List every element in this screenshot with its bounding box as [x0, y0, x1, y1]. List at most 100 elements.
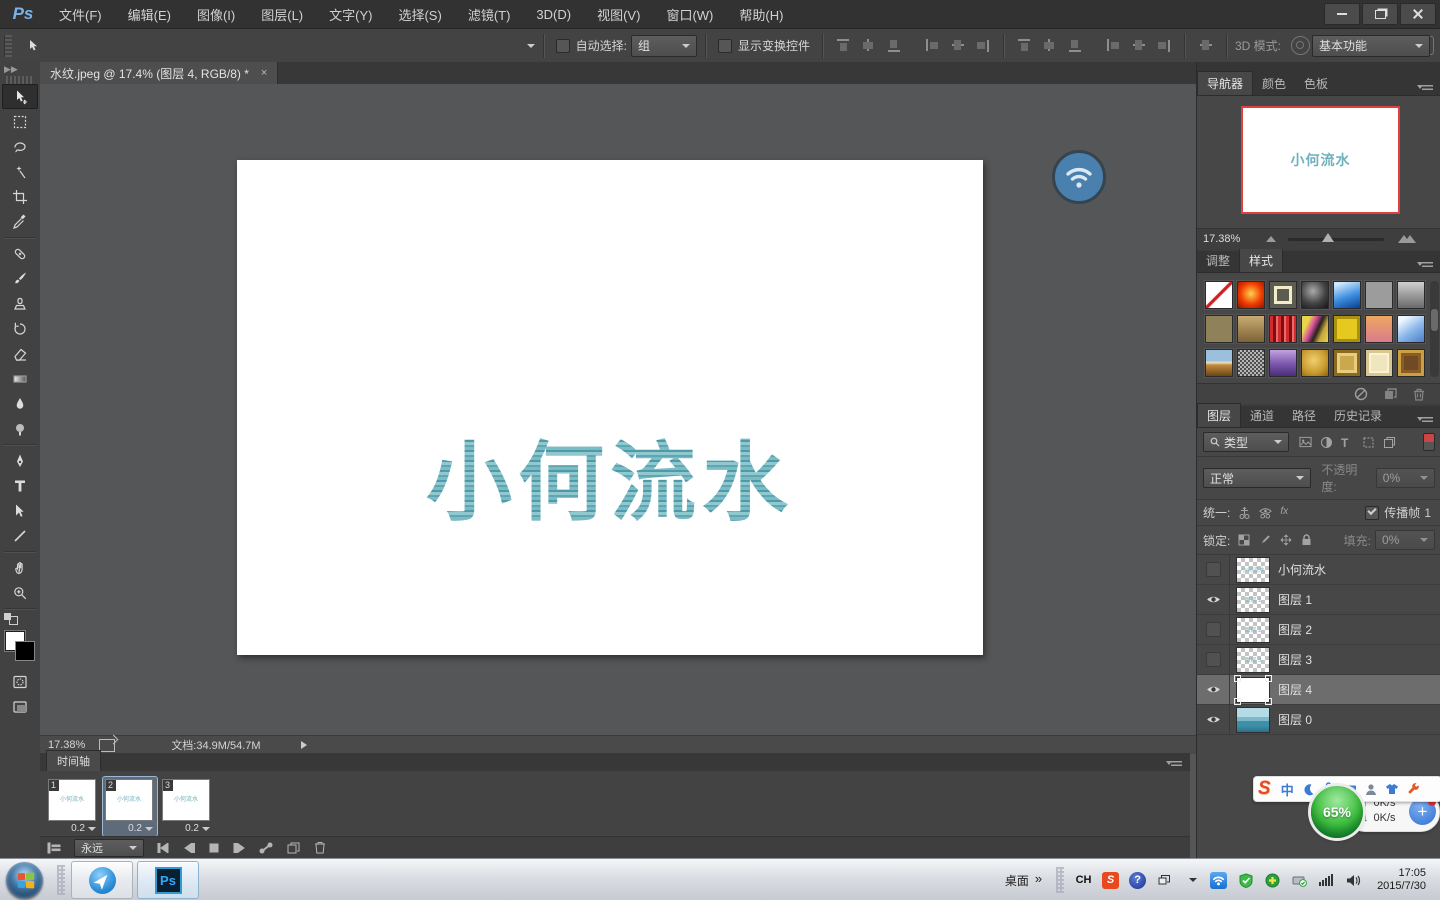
menu-layer[interactable]: 图层(L)	[248, 5, 316, 24]
menu-filter[interactable]: 滤镜(T)	[455, 5, 524, 24]
workspace-dropdown[interactable]: 基本功能	[1312, 34, 1430, 57]
tool-move[interactable]	[2, 84, 38, 109]
menu-view[interactable]: 视图(V)	[584, 5, 653, 24]
style-swatch[interactable]	[1301, 281, 1329, 309]
visibility-cell[interactable]	[1197, 615, 1230, 644]
frame-1[interactable]: 1 小何流水 0.2	[46, 777, 100, 836]
default-colors-icon[interactable]	[4, 613, 18, 625]
tab-swatches[interactable]: 色板	[1295, 72, 1337, 95]
style-swatch[interactable]	[1397, 349, 1425, 377]
layer-thumbnail[interactable]	[1234, 674, 1272, 705]
tool-lasso[interactable]	[2, 134, 38, 159]
filter-type-text-icon[interactable]: T	[1341, 436, 1354, 450]
zoom-in-icon[interactable]	[1398, 235, 1417, 243]
layer-row-1[interactable]: 图层 1 图层 1	[1197, 585, 1440, 615]
layer-row-4-selected[interactable]: 图层 4	[1197, 674, 1440, 705]
tab-paths[interactable]: 路径	[1283, 404, 1325, 427]
navigator-zoom-value[interactable]: 17.38%	[1203, 233, 1240, 245]
quick-mask-button[interactable]	[2, 669, 38, 694]
fill-dropdown[interactable]: 0%	[1375, 530, 1435, 550]
distribute-bottom-button[interactable]	[1067, 38, 1082, 53]
tab-layers[interactable]: 图层	[1197, 403, 1242, 427]
tool-hand[interactable]	[2, 555, 38, 580]
tool-pen[interactable]	[2, 448, 38, 473]
layers-menu-icon[interactable]	[1417, 414, 1433, 424]
style-swatch[interactable]	[1301, 349, 1329, 377]
tool-line[interactable]	[2, 523, 38, 548]
align-left-button[interactable]	[925, 38, 940, 53]
distribute-vcenter-button[interactable]	[1042, 38, 1057, 53]
layer-row-3[interactable]: 图层 3 图层 3	[1197, 645, 1440, 675]
play-button[interactable]	[233, 842, 245, 853]
tab-adjustments[interactable]: 调整	[1197, 249, 1239, 272]
menu-edit[interactable]: 编辑(E)	[115, 5, 184, 24]
menu-file[interactable]: 文件(F)	[46, 5, 115, 24]
new-frame-button[interactable]	[287, 842, 300, 854]
menu-image[interactable]: 图像(I)	[184, 5, 248, 24]
filter-shape-icon[interactable]	[1362, 436, 1375, 449]
lock-pixels-icon[interactable]	[1259, 534, 1272, 547]
moon-mode-icon[interactable]	[1302, 783, 1315, 796]
filter-pixel-icon[interactable]	[1299, 436, 1312, 449]
tool-zoom[interactable]	[2, 580, 38, 605]
align-right-button[interactable]	[975, 38, 990, 53]
tab-styles[interactable]: 样式	[1239, 248, 1284, 272]
style-swatch[interactable]	[1205, 315, 1233, 343]
visibility-cell[interactable]	[1197, 645, 1230, 674]
tool-dodge[interactable]	[2, 416, 38, 441]
accelerator-plus-button[interactable]: +	[1409, 798, 1436, 825]
layer-name[interactable]: 图层 1	[1278, 591, 1312, 608]
show-window-tray-icon[interactable]	[1156, 872, 1173, 889]
filter-adjustment-icon[interactable]	[1320, 436, 1333, 449]
help-tray-icon[interactable]: ?	[1129, 871, 1147, 889]
style-swatch[interactable]	[1269, 349, 1297, 377]
language-indicator[interactable]: CH	[1075, 872, 1092, 889]
start-button[interactable]	[6, 861, 43, 899]
style-swatch[interactable]	[1237, 281, 1265, 309]
filter-type-dropdown[interactable]: 类型	[1203, 432, 1289, 452]
align-top-button[interactable]	[836, 38, 851, 53]
layer-thumbnail[interactable]: 图层 2	[1236, 616, 1270, 643]
layer-name[interactable]: 图层 0	[1278, 711, 1312, 728]
desktop-toolbar-label[interactable]: 桌面	[1005, 872, 1029, 889]
memory-usage-ball[interactable]: 65%	[1311, 786, 1363, 838]
style-swatch-none[interactable]	[1205, 281, 1233, 309]
frame-3[interactable]: 3 小何流水 0.2	[160, 777, 214, 836]
tool-spot-healing[interactable]	[2, 241, 38, 266]
tween-frames-icon[interactable]	[259, 842, 273, 854]
unify-visibility-icon[interactable]	[1259, 506, 1273, 519]
wifi-tray-icon[interactable]	[1210, 871, 1228, 889]
tween-settings-icon[interactable]	[47, 842, 61, 854]
clock[interactable]: 17:05 2015/7/30	[1377, 867, 1426, 893]
frame-delay[interactable]: 0.2	[105, 821, 155, 834]
slider-thumb[interactable]	[1322, 232, 1335, 242]
tool-history-brush[interactable]	[2, 316, 38, 341]
sogou-tray-icon[interactable]: S	[1102, 871, 1120, 889]
delete-frame-button[interactable]	[314, 841, 326, 854]
tool-crop[interactable]	[2, 184, 38, 209]
style-swatch[interactable]	[1205, 349, 1233, 377]
style-swatch[interactable]	[1397, 281, 1425, 309]
frame-delay[interactable]: 0.2	[162, 821, 212, 834]
stop-button[interactable]	[209, 843, 219, 853]
tool-eraser[interactable]	[2, 341, 38, 366]
layer-name[interactable]: 图层 3	[1278, 651, 1312, 668]
layer-thumbnail[interactable]: 小何流水	[1236, 556, 1270, 583]
style-swatch[interactable]	[1237, 349, 1265, 377]
previous-frame-button[interactable]	[183, 842, 195, 853]
new-style-button[interactable]	[1384, 388, 1397, 400]
minimize-button[interactable]	[1324, 3, 1360, 25]
style-swatch[interactable]	[1365, 349, 1393, 377]
filter-toggle[interactable]	[1423, 433, 1435, 451]
visibility-off-box[interactable]	[1205, 562, 1221, 577]
menu-select[interactable]: 选择(S)	[385, 5, 454, 24]
tab-close-icon[interactable]: ×	[261, 67, 267, 79]
antivirus-tray-icon[interactable]	[1264, 872, 1281, 889]
close-button[interactable]	[1400, 3, 1436, 25]
style-swatch[interactable]	[1301, 315, 1329, 343]
tool-clone-stamp[interactable]	[2, 291, 38, 316]
blend-mode-dropdown[interactable]: 正常	[1203, 468, 1312, 488]
lock-transparent-icon[interactable]	[1238, 534, 1251, 547]
wifi-overlay-widget[interactable]	[1052, 150, 1106, 204]
3d-rotate-icon[interactable]	[1291, 36, 1310, 55]
